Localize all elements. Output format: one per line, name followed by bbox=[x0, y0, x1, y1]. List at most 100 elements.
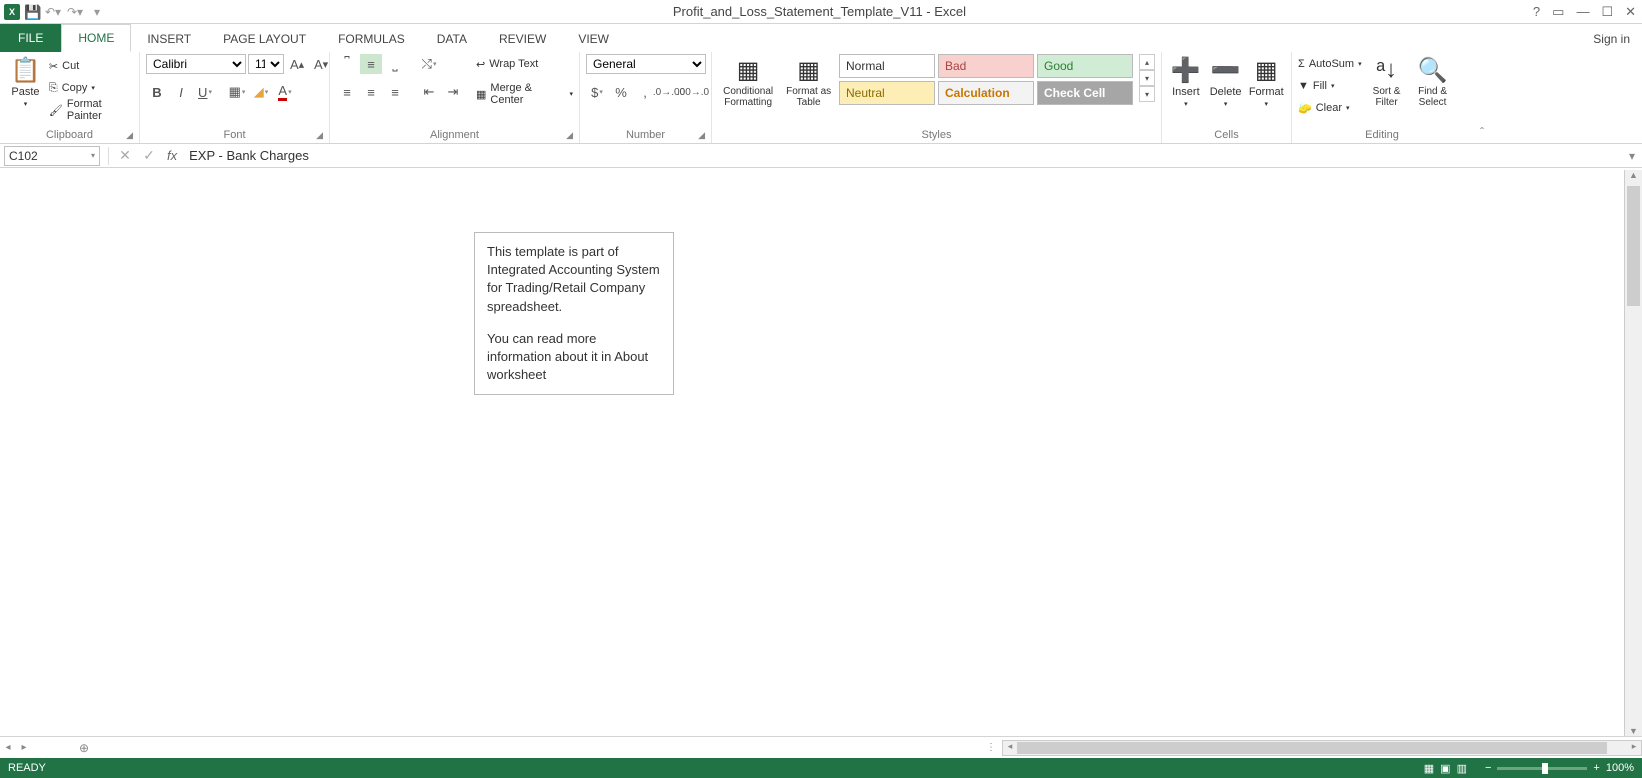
zoom-slider[interactable] bbox=[1497, 767, 1587, 770]
tab-formulas[interactable]: FORMULAS bbox=[322, 26, 421, 52]
style-bad[interactable]: Bad bbox=[938, 54, 1034, 78]
delete-cells-button[interactable]: ➖Delete▾ bbox=[1208, 54, 1244, 108]
dialog-launcher-icon[interactable]: ◢ bbox=[566, 130, 573, 141]
bold-button[interactable]: B bbox=[146, 82, 168, 102]
ribbon-display-icon[interactable]: ▭ bbox=[1552, 4, 1564, 20]
align-right-icon[interactable]: ≡ bbox=[384, 82, 406, 102]
collapse-ribbon-icon[interactable]: ˆ bbox=[1472, 125, 1492, 143]
decrease-indent-icon[interactable]: ⇤ bbox=[418, 82, 440, 102]
merge-icon: ▦ bbox=[476, 88, 486, 101]
tab-insert[interactable]: INSERT bbox=[131, 26, 207, 52]
zoom-in-icon[interactable]: + bbox=[1593, 762, 1599, 774]
font-name-combo[interactable]: Calibri bbox=[146, 54, 246, 74]
sort-filter-button[interactable]: ᵃ↓Sort & Filter bbox=[1366, 54, 1408, 108]
sheet-nav-next-icon[interactable]: ▸ bbox=[16, 742, 32, 753]
name-box[interactable]: C102 bbox=[4, 146, 100, 166]
font-color-button[interactable]: A bbox=[274, 82, 296, 102]
minimize-icon[interactable]: — bbox=[1576, 4, 1589, 19]
format-as-table-button[interactable]: ▦Format as Table bbox=[782, 54, 835, 108]
vertical-scrollbar[interactable]: ▲ ▼ bbox=[1624, 170, 1642, 736]
conditional-formatting-button[interactable]: ▦Conditional Formatting bbox=[718, 54, 778, 108]
style-calculation[interactable]: Calculation bbox=[938, 81, 1034, 105]
tab-home[interactable]: HOME bbox=[61, 24, 131, 52]
decrease-decimal-icon[interactable]: .00→.0 bbox=[682, 82, 704, 102]
zoom-out-icon[interactable]: − bbox=[1485, 762, 1491, 774]
view-normal-icon[interactable]: ▦ bbox=[1424, 762, 1434, 775]
tab-review[interactable]: REVIEW bbox=[483, 26, 562, 52]
find-select-button[interactable]: 🔍Find & Select bbox=[1412, 54, 1454, 108]
insert-cells-button[interactable]: ➕Insert▾ bbox=[1168, 54, 1204, 108]
maximize-icon[interactable]: ☐ bbox=[1601, 4, 1613, 20]
status-ready: READY bbox=[8, 762, 46, 774]
formula-input[interactable]: EXP - Bank Charges bbox=[183, 148, 1622, 163]
enter-formula-icon[interactable]: ✓ bbox=[137, 147, 161, 164]
customize-qat-icon[interactable]: ▾ bbox=[88, 5, 106, 19]
tab-view[interactable]: VIEW bbox=[562, 26, 625, 52]
view-page-layout-icon[interactable]: ▣ bbox=[1440, 762, 1450, 775]
dialog-launcher-icon[interactable]: ◢ bbox=[316, 130, 323, 141]
horizontal-scrollbar[interactable]: ◂ ▸ bbox=[1002, 740, 1642, 756]
view-page-break-icon[interactable]: ▥ bbox=[1457, 762, 1467, 775]
style-neutral[interactable]: Neutral bbox=[839, 81, 935, 105]
style-normal[interactable]: Normal bbox=[839, 54, 935, 78]
sheet-tab-bar: ◂ ▸ ⊕ ⋮ ◂ ▸ bbox=[0, 736, 1642, 758]
styles-scroll-down-icon[interactable]: ▾ bbox=[1139, 70, 1155, 86]
redo-icon[interactable]: ↷▾ bbox=[66, 5, 84, 19]
clear-button[interactable]: 🧽Clear▾ bbox=[1298, 98, 1362, 118]
percent-format-icon[interactable]: % bbox=[610, 82, 632, 102]
zoom-level[interactable]: 100% bbox=[1606, 762, 1634, 774]
fill-button[interactable]: ▼Fill▾ bbox=[1298, 76, 1362, 96]
accounting-format-icon[interactable]: $ bbox=[586, 82, 608, 102]
table-icon: ▦ bbox=[797, 56, 820, 84]
fill-color-button[interactable]: ◢ bbox=[250, 82, 272, 102]
format-cells-button[interactable]: ▦Format▾ bbox=[1247, 54, 1285, 108]
save-icon[interactable]: 💾 bbox=[24, 4, 40, 20]
sheet-nav-prev-icon[interactable]: ◂ bbox=[0, 742, 16, 753]
tab-page-layout[interactable]: PAGE LAYOUT bbox=[207, 26, 322, 52]
align-center-icon[interactable]: ≡ bbox=[360, 82, 382, 102]
align-left-icon[interactable]: ≡ bbox=[336, 82, 358, 102]
cond-format-icon: ▦ bbox=[737, 56, 760, 84]
orientation-icon[interactable]: ⤭ bbox=[418, 54, 440, 74]
decrease-font-icon[interactable]: A▾ bbox=[310, 54, 332, 74]
cancel-formula-icon[interactable]: ✕ bbox=[113, 147, 137, 164]
ribbon-tabs: FILE HOME INSERT PAGE LAYOUT FORMULAS DA… bbox=[0, 24, 1642, 52]
autosum-button[interactable]: ΣAutoSum▾ bbox=[1298, 54, 1362, 74]
sign-in-link[interactable]: Sign in bbox=[1581, 26, 1642, 52]
font-size-combo[interactable]: 11 bbox=[248, 54, 284, 74]
title-bar: X 💾 ↶▾ ↷▾ ▾ Profit_and_Loss_Statement_Te… bbox=[0, 0, 1642, 24]
styles-more-icon[interactable]: ▾ bbox=[1139, 86, 1155, 102]
close-icon[interactable]: ✕ bbox=[1625, 4, 1636, 20]
paste-button[interactable]: 📋Paste▾ bbox=[6, 54, 45, 108]
fx-icon[interactable]: fx bbox=[161, 148, 183, 163]
undo-icon[interactable]: ↶▾ bbox=[44, 5, 62, 19]
expand-formula-bar-icon[interactable]: ▾ bbox=[1622, 149, 1642, 163]
style-check-cell[interactable]: Check Cell bbox=[1037, 81, 1133, 105]
tab-data[interactable]: DATA bbox=[421, 26, 483, 52]
dialog-launcher-icon[interactable]: ◢ bbox=[698, 130, 705, 141]
align-middle-icon[interactable]: ≡ bbox=[360, 54, 382, 74]
styles-scroll-up-icon[interactable]: ▴ bbox=[1139, 54, 1155, 70]
format-painter-button[interactable]: 🖌Format Painter bbox=[49, 100, 133, 120]
info-textbox[interactable]: This template is part of Integrated Acco… bbox=[474, 232, 674, 395]
increase-indent-icon[interactable]: ⇥ bbox=[442, 82, 464, 102]
cut-button[interactable]: ✂Cut bbox=[49, 56, 133, 76]
wrap-text-button[interactable]: ↩Wrap Text bbox=[476, 54, 573, 74]
help-icon[interactable]: ? bbox=[1533, 4, 1540, 19]
dialog-launcher-icon[interactable]: ◢ bbox=[126, 130, 133, 141]
worksheet-grid[interactable]: This template is part of Integrated Acco… bbox=[0, 170, 1642, 736]
brush-icon: 🖌 bbox=[49, 104, 63, 117]
merge-center-button[interactable]: ▦Merge & Center▾ bbox=[476, 84, 573, 104]
tab-file[interactable]: FILE bbox=[0, 24, 61, 52]
borders-button[interactable]: ▦ bbox=[226, 82, 248, 102]
increase-font-icon[interactable]: A▴ bbox=[286, 54, 308, 74]
style-good[interactable]: Good bbox=[1037, 54, 1133, 78]
number-format-combo[interactable]: General bbox=[586, 54, 706, 74]
blank-area[interactable] bbox=[700, 190, 1622, 736]
italic-button[interactable]: I bbox=[170, 82, 192, 102]
align-top-icon[interactable]: ⎴ bbox=[336, 54, 358, 74]
new-sheet-button[interactable]: ⊕ bbox=[72, 741, 96, 755]
underline-button[interactable]: U bbox=[194, 82, 216, 102]
align-bottom-icon[interactable]: ⎵ bbox=[384, 54, 406, 74]
copy-button[interactable]: ⎘Copy▾ bbox=[49, 78, 133, 98]
